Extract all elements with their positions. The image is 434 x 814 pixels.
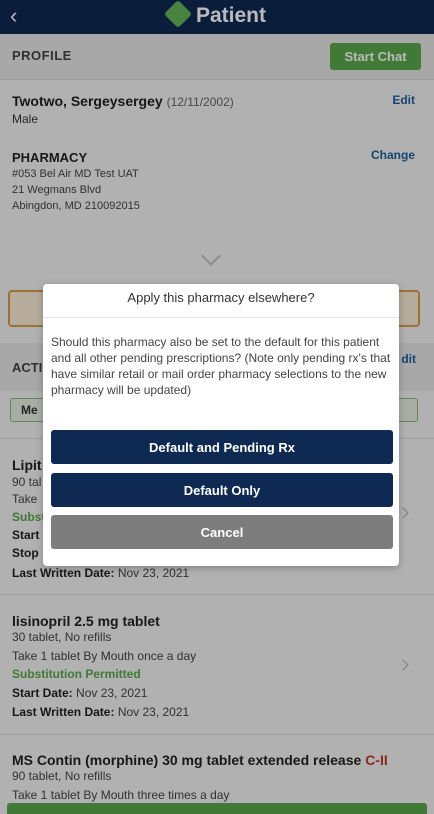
cancel-button[interactable]: Cancel <box>51 515 393 549</box>
dialog-title: Apply this pharmacy elsewhere? <box>127 290 315 305</box>
default-and-pending-button[interactable]: Default and Pending Rx <box>51 430 393 464</box>
dialog-message: Should this pharmacy also be set to the … <box>51 335 391 397</box>
default-only-button[interactable]: Default Only <box>51 473 393 507</box>
apply-pharmacy-dialog: Apply this pharmacy elsewhere? Should th… <box>43 284 399 566</box>
dialog-divider <box>43 317 399 318</box>
